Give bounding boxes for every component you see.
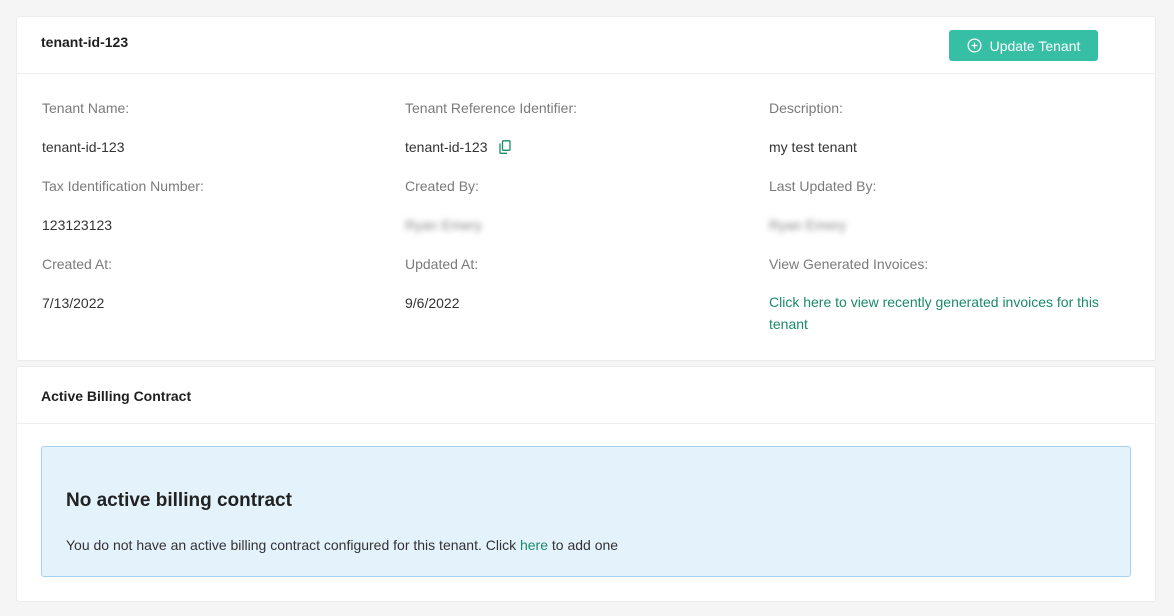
view-invoices-link[interactable]: Click here to view recently generated in… [769, 291, 1129, 335]
update-tenant-button[interactable]: Update Tenant [949, 30, 1098, 61]
last-updated-by-label: Last Updated By: [769, 178, 877, 194]
created-at-label: Created At: [42, 256, 113, 272]
description-label: Description: [769, 100, 843, 116]
tenant-name-label: Tenant Name: [42, 100, 130, 116]
copy-icon[interactable] [499, 140, 512, 157]
created-by-label: Created By: [405, 178, 479, 194]
plus-circle-icon [967, 38, 982, 53]
tenant-card-header: tenant-id-123 Update Tenant [17, 17, 1155, 74]
billing-card-title: Active Billing Contract [41, 388, 192, 404]
updated-at-value: 9/6/2022 [405, 295, 460, 311]
alert-text-before: You do not have an active billing contra… [66, 537, 520, 553]
tax-id-value: 123123123 [42, 217, 113, 233]
tax-id-label: Tax Identification Number: [42, 178, 204, 194]
add-contract-link[interactable]: here [520, 537, 548, 553]
update-tenant-label: Update Tenant [989, 37, 1081, 54]
created-by-value: Ryan Emery [405, 217, 483, 233]
view-invoices-label: View Generated Invoices: [769, 256, 929, 272]
updated-at-label: Updated At: [405, 256, 479, 272]
created-at-value: 7/13/2022 [42, 295, 105, 311]
reference-identifier-text: tenant-id-123 [405, 139, 488, 155]
reference-identifier-label: Tenant Reference Identifier: [405, 100, 577, 116]
tenant-name-value: tenant-id-123 [42, 139, 125, 155]
no-contract-alert: No active billing contract You do not ha… [41, 446, 1131, 577]
description-value: my test tenant [769, 139, 857, 155]
alert-text-after: to add one [548, 537, 619, 553]
alert-message: You do not have an active billing contra… [66, 537, 618, 553]
last-updated-by-value: Ryan Emery [769, 217, 847, 233]
billing-contract-card: Active Billing Contract No active billin… [16, 366, 1156, 602]
reference-identifier-value: tenant-id-123 [405, 139, 512, 157]
tenant-details-card: tenant-id-123 Update Tenant Tenant Name:… [16, 16, 1156, 361]
alert-title: No active billing contract [66, 490, 292, 511]
billing-card-header: Active Billing Contract [17, 367, 1155, 424]
tenant-card-title: tenant-id-123 [41, 34, 129, 50]
